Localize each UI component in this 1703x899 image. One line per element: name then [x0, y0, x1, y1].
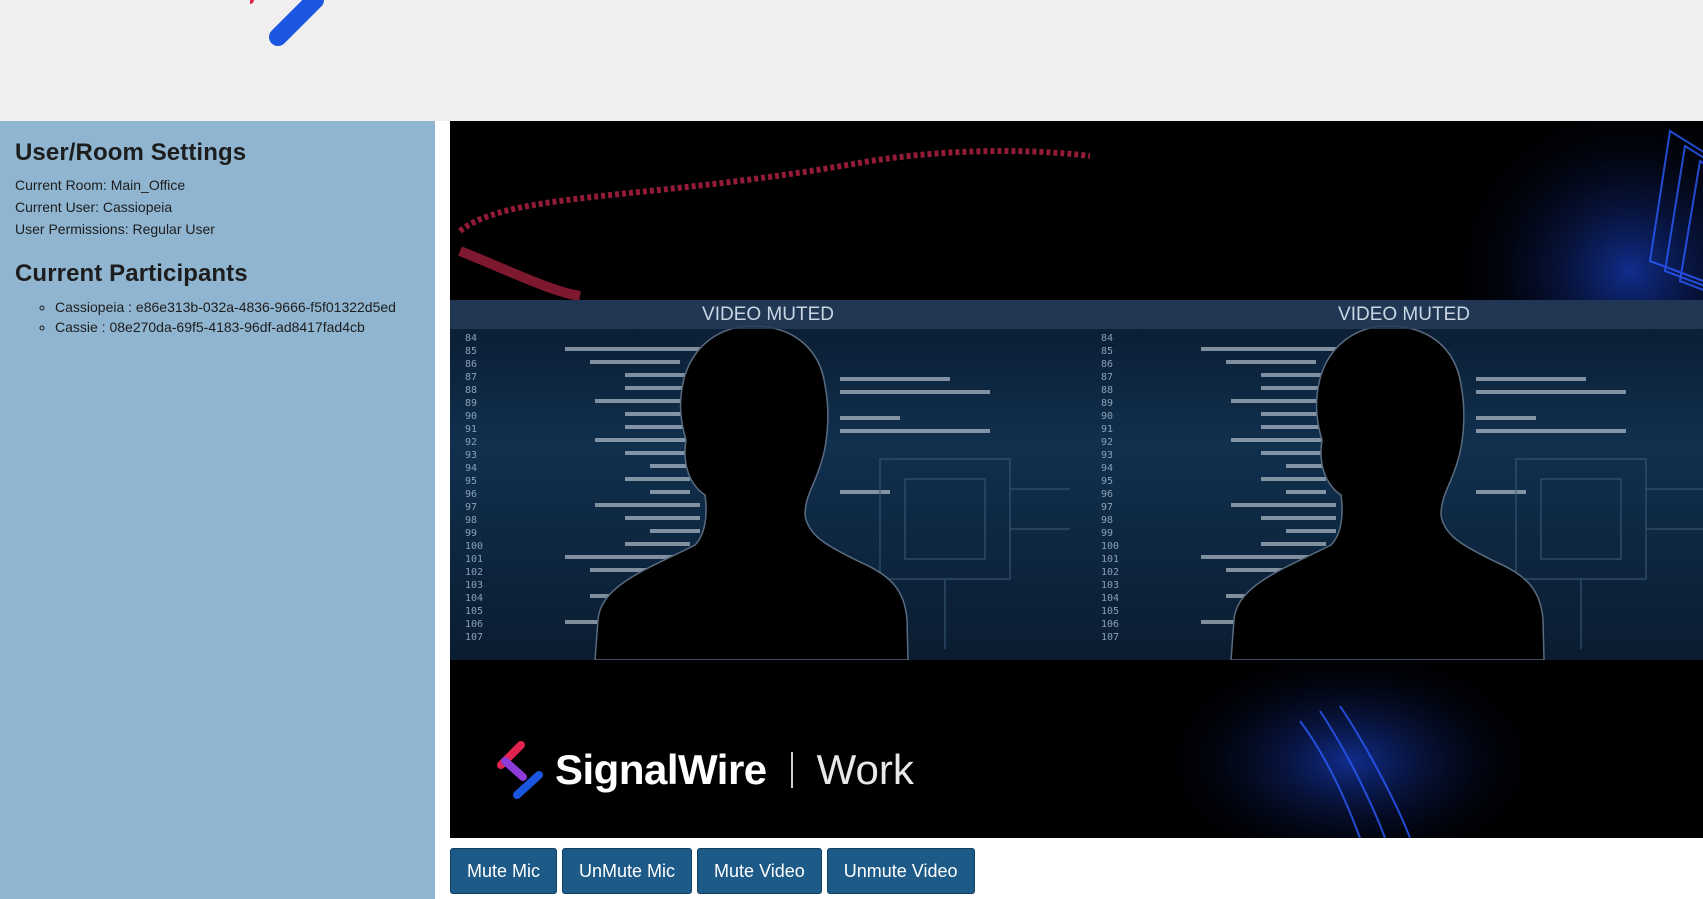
- sidebar: User/Room Settings Current Room: Main_Of…: [0, 121, 435, 899]
- current-user: Current User: Cassiopeia: [15, 199, 173, 215]
- video-tile: 84 85 86 87 88 89 90 91 92 93 94 95 96 97 98 99 100 1…: [450, 300, 1086, 660]
- mute-mic-button[interactable]: Mute Mic: [450, 848, 558, 894]
- signalwire-logo-mark-icon: [250, 0, 324, 46]
- video-canvas: 84 85 86 87 88 89 90 91 92 93 94 95 96 97 98 99 100 1…: [450, 121, 1703, 838]
- video-tile: 84 85 86 87 88 89 90 91 92 93 94 95 96 97 98 99 100 1…: [1086, 300, 1703, 660]
- settings-title: User/Room Settings: [15, 139, 247, 166]
- participants-list: Cassiopeia : e86e313b-032a-4836-9666-f5f…: [15, 297, 396, 337]
- user-permissions: User Permissions: Regular User: [15, 221, 215, 237]
- participant-item: Cassiopeia : e86e313b-032a-4836-9666-f5f…: [55, 297, 396, 317]
- current-room: Current Room: Main_Office: [15, 177, 186, 193]
- unmute-mic-button[interactable]: UnMute Mic: [562, 848, 693, 894]
- person-silhouette-icon: [594, 325, 909, 660]
- mute-video-button[interactable]: Mute Video: [697, 848, 822, 894]
- participant-item: Cassie : 08e270da-69f5-4183-96df-ad8417f…: [55, 317, 396, 337]
- call-controls: Mute Mic UnMute Mic Mute Video Unmute Vi…: [450, 848, 975, 894]
- video-muted-label: VIDEO MUTED: [450, 300, 1086, 329]
- participants-title: Current Participants: [15, 260, 248, 287]
- brand-name: SignalWire: [555, 746, 767, 793]
- brand-separator: [790, 752, 793, 788]
- signalwire-logo-icon: [497, 741, 543, 799]
- video-muted-label: VIDEO MUTED: [1086, 300, 1703, 329]
- brand-logo: SignalWire Work: [495, 741, 914, 799]
- person-silhouette-icon: [1230, 325, 1545, 660]
- brand-product: Work: [816, 746, 914, 793]
- unmute-video-button[interactable]: Unmute Video: [826, 848, 975, 894]
- header: [0, 0, 1703, 121]
